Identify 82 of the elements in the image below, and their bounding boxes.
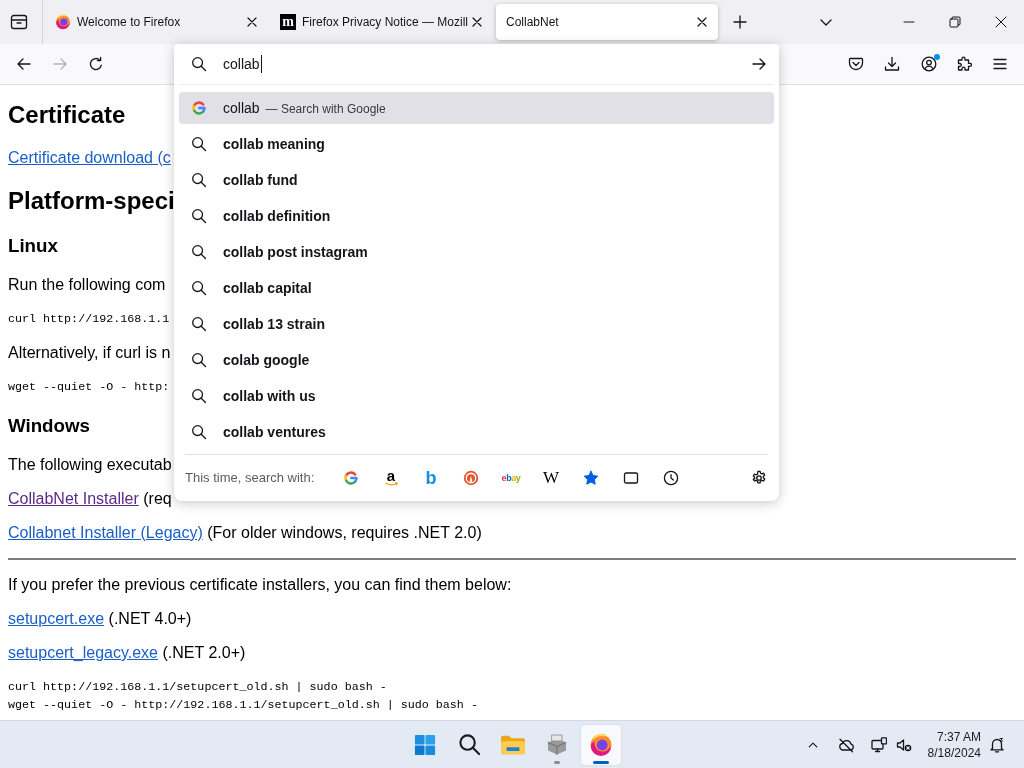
search-icon bbox=[191, 424, 207, 440]
text-cursor-icon bbox=[260, 55, 262, 73]
suggestion-row[interactable]: collab definition bbox=[179, 200, 774, 232]
code-line: curl http://192.168.1.1/setupcert_old.sh | sudo bash - bbox=[8, 679, 387, 696]
link-note: (req bbox=[143, 490, 172, 508]
link-note: (.NET 2.0+) bbox=[162, 644, 246, 662]
clock-time[interactable]: 7:37 AM bbox=[936, 728, 981, 745]
site-logo: m bbox=[280, 14, 296, 30]
search-icon bbox=[191, 244, 207, 260]
suggestion-row[interactable]: collab with us bbox=[179, 380, 774, 412]
code-line: wget --quiet -O - http: bbox=[8, 379, 170, 396]
back-arrow-icon[interactable] bbox=[16, 56, 32, 72]
search-icon bbox=[191, 352, 207, 368]
suggestion-row[interactable]: collab meaning bbox=[179, 128, 774, 160]
round-logo-icon[interactable] bbox=[463, 470, 479, 486]
section-heading: Windows bbox=[8, 415, 90, 437]
search-engine-button[interactable]: ebay bbox=[501, 473, 521, 483]
search-icon bbox=[191, 316, 207, 332]
paragraph: The following executab bbox=[8, 456, 172, 474]
link[interactable]: setupcert_legacy.exe bbox=[8, 644, 158, 662]
account-icon[interactable] bbox=[921, 56, 937, 72]
tab[interactable]: Welcome to Firefox bbox=[46, 4, 268, 40]
search-icon bbox=[191, 172, 207, 188]
link[interactable]: Collabnet Installer (Legacy) bbox=[8, 524, 203, 542]
search-icon bbox=[191, 208, 207, 224]
smile-icon bbox=[384, 481, 398, 487]
link-note: (.NET 4.0+) bbox=[108, 610, 192, 628]
shield-chevron-icon[interactable] bbox=[848, 56, 864, 72]
link-note: (For older windows, requires .NET 2.0) bbox=[207, 524, 482, 542]
suggestion-row[interactable]: collab fund bbox=[179, 164, 774, 196]
suggestion-row[interactable]: colab google bbox=[179, 344, 774, 376]
suggestion-row[interactable]: collab post instagram bbox=[179, 236, 774, 268]
download-icon[interactable] bbox=[884, 56, 900, 72]
tab[interactable]: m Firefox Privacy Notice — Mozill bbox=[271, 4, 493, 40]
suggestion-row[interactable]: collab ventures bbox=[179, 416, 774, 448]
window-icon[interactable] bbox=[623, 470, 639, 486]
settings-icon[interactable] bbox=[751, 470, 767, 486]
menu-icon[interactable] bbox=[992, 56, 1008, 72]
page-heading: Platform-speci bbox=[8, 187, 175, 215]
search-with-label: This time, search with: bbox=[185, 469, 316, 488]
link[interactable]: setupcert.exe bbox=[8, 610, 105, 628]
puzzle-icon[interactable] bbox=[956, 56, 972, 72]
drawer-box-icon[interactable] bbox=[10, 13, 28, 31]
suggestion-row[interactable]: collab capital bbox=[179, 272, 774, 304]
link[interactable]: Certificate download (c bbox=[8, 149, 171, 167]
search-icon[interactable] bbox=[457, 733, 481, 756]
search-icon bbox=[191, 136, 207, 152]
windows-logo-icon[interactable] bbox=[414, 733, 436, 756]
search-engine-row[interactable]: collab — Search with Google bbox=[179, 92, 774, 124]
search-icon bbox=[191, 280, 207, 296]
code-line: wget --quiet -O - http://192.168.1.1/setupcert_old.sh | sudo bash - bbox=[8, 697, 478, 714]
paragraph: Alternatively, if curl is n bbox=[8, 344, 171, 362]
g-logo-icon bbox=[191, 100, 207, 116]
cloud-off-icon[interactable] bbox=[837, 736, 854, 753]
new-tab-plus-icon[interactable] bbox=[732, 14, 748, 30]
star-icon[interactable] bbox=[583, 470, 599, 486]
suggestion-row[interactable]: collab 13 strain bbox=[179, 308, 774, 340]
firefox-icon bbox=[55, 14, 71, 30]
reload-icon[interactable] bbox=[88, 56, 104, 72]
paragraph: Run the following com bbox=[8, 276, 166, 294]
search-engine-button[interactable]: W bbox=[542, 470, 559, 486]
active-app-tile[interactable] bbox=[581, 724, 621, 765]
link[interactable]: CollabNet Installer bbox=[8, 490, 139, 508]
section-heading: Linux bbox=[8, 235, 58, 257]
monitor-icon[interactable] bbox=[870, 736, 887, 753]
window-close-icon[interactable] bbox=[995, 16, 1007, 28]
page-heading: Certificate bbox=[8, 101, 126, 129]
g-logo-icon[interactable] bbox=[343, 470, 359, 486]
search-icon bbox=[191, 388, 207, 404]
clock-icon[interactable] bbox=[663, 470, 679, 486]
bell-icon[interactable] bbox=[989, 736, 1005, 753]
go-arrow-icon[interactable] bbox=[751, 56, 767, 72]
clock-date[interactable]: 8/18/2024 bbox=[927, 744, 981, 761]
code-line: curl http://192.168.1.1 bbox=[8, 311, 170, 328]
speaker-muted-icon[interactable] bbox=[895, 736, 912, 753]
firefox-icon[interactable] bbox=[589, 732, 613, 757]
paragraph: If you prefer the previous certificate installers, you can find them below: bbox=[8, 576, 512, 594]
tab[interactable]: CollabNet bbox=[496, 4, 718, 40]
search-engine-button[interactable]: a bbox=[384, 469, 398, 487]
printer-icon[interactable] bbox=[545, 732, 569, 757]
restore-icon[interactable] bbox=[949, 16, 961, 28]
search-icon bbox=[191, 56, 207, 72]
